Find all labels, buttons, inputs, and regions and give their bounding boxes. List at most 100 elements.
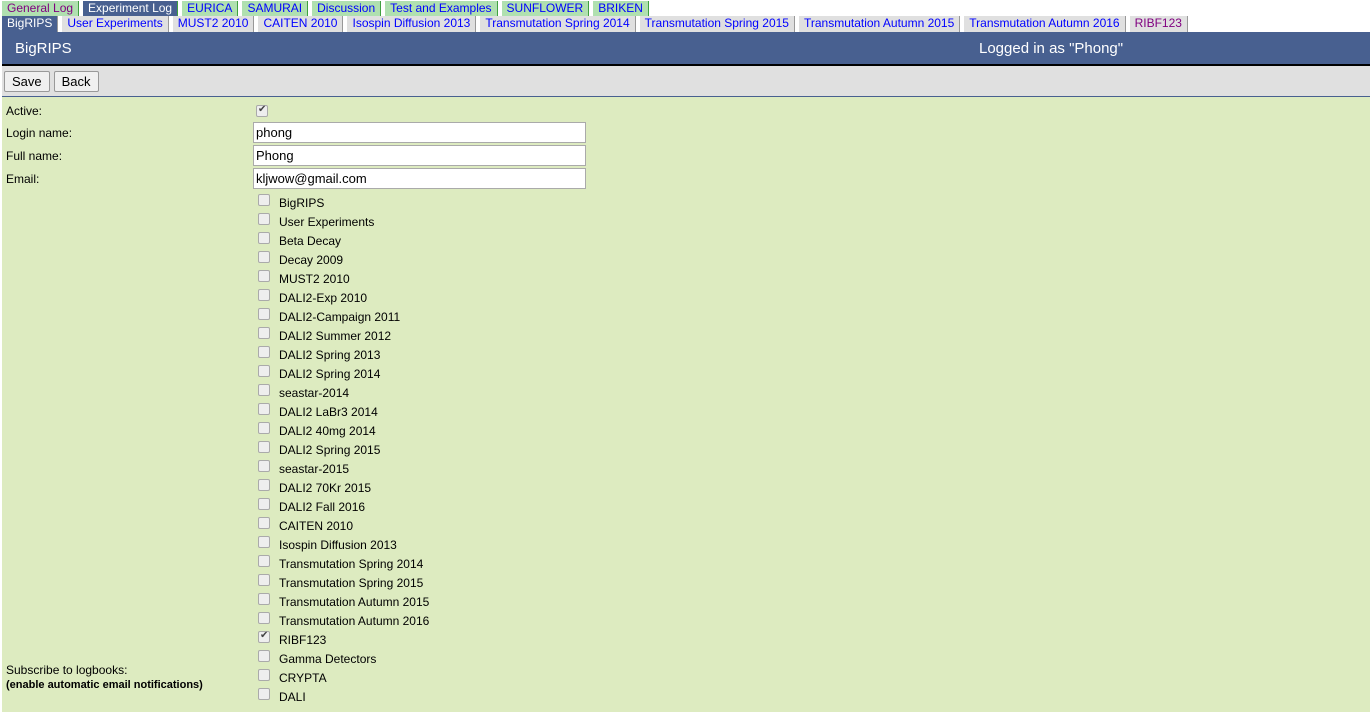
tab-caiten-2010[interactable]: CAITEN 2010 [258, 16, 344, 32]
logbook-label: seastar-2014 [279, 385, 350, 400]
tab-transmutation-autumn-2015[interactable]: Transmutation Autumn 2015 [798, 16, 961, 32]
logbook-checkbox[interactable] [258, 421, 270, 434]
logbook-checkbox[interactable] [258, 212, 270, 225]
logbook-checkbox[interactable] [258, 231, 270, 244]
active-label: Active: [6, 104, 43, 118]
logbook-checkbox[interactable] [258, 592, 270, 605]
logbook-option: CRYPTA [255, 668, 429, 687]
logbook-checkbox[interactable] [258, 630, 270, 643]
tab-ribf123[interactable]: RIBF123 [1129, 16, 1188, 32]
logbook-checkbox[interactable] [258, 307, 270, 320]
logbook-option: DALI2 Spring 2014 [255, 364, 429, 383]
tab-general-log[interactable]: General Log [2, 1, 80, 16]
logbook-group-tabs: General Log Experiment Log EURICA SAMURAI Di… [0, 1, 1370, 16]
logbook-checkbox[interactable] [258, 402, 270, 415]
logbook-checkbox[interactable] [258, 364, 270, 377]
logbook-label: BigRIPS [279, 195, 325, 210]
logbook-checkbox[interactable] [258, 535, 270, 548]
logbook-checkbox[interactable] [258, 573, 270, 586]
logbook-label: DALI [279, 689, 306, 704]
tab-samurai[interactable]: SAMURAI [242, 1, 309, 16]
tab-transmutation-autumn-2016[interactable]: Transmutation Autumn 2016 [964, 16, 1126, 32]
logbook-option: seastar-2014 [255, 383, 429, 402]
logged-in-status: Logged in as "Phong" [979, 39, 1124, 57]
logbook-option: CAITEN 2010 [255, 516, 429, 535]
logbook-checkbox[interactable] [258, 649, 270, 662]
toolbar: Save Back [2, 66, 1370, 97]
full-name-input[interactable] [253, 145, 586, 166]
logbook-option: Decay 2009 [255, 250, 429, 269]
logbook-option: seastar-2015 [255, 459, 429, 478]
logbook-label: CRYPTA [279, 670, 327, 685]
logbook-option: DALI2 LaBr3 2014 [255, 402, 429, 421]
logbook-checkbox[interactable] [258, 611, 270, 624]
logbook-label: DALI2 Fall 2016 [279, 499, 366, 514]
logbook-label: User Experiments [279, 214, 375, 229]
tab-transmutation-spring-2014[interactable]: Transmutation Spring 2014 [480, 16, 636, 32]
logbook-option: Transmutation Spring 2015 [255, 573, 429, 592]
logbook-checkbox[interactable] [258, 269, 270, 282]
tab-transmutation-spring-2015[interactable]: Transmutation Spring 2015 [639, 16, 795, 32]
logbook-option: Transmutation Autumn 2015 [255, 592, 429, 611]
login-name-label: Login name: [6, 125, 73, 140]
tab-briken[interactable]: BRIKEN [593, 1, 649, 16]
tab-must2-2010[interactable]: MUST2 2010 [172, 16, 255, 32]
logbook-option: Isospin Diffusion 2013 [255, 535, 429, 554]
active-checkbox[interactable] [256, 104, 268, 117]
logbook-label: Transmutation Spring 2015 [279, 575, 424, 590]
logbook-label: Gamma Detectors [279, 651, 377, 666]
back-button[interactable]: Back [53, 70, 99, 92]
logbook-title: BigRIPS [15, 39, 72, 57]
tab-test-and-examples[interactable]: Test and Examples [385, 1, 498, 16]
logbook-checkbox[interactable] [258, 554, 270, 567]
user-config-form: Active: Login name: Full name: Email: Su… [2, 97, 1370, 712]
logbook-label: DALI2 40mg 2014 [279, 423, 376, 438]
logbook-option: DALI2-Exp 2010 [255, 288, 429, 307]
subscribe-label: Subscribe to logbooks: (enable automatic… [6, 663, 203, 692]
logbook-checkbox[interactable] [258, 459, 270, 472]
logbook-label: DALI2 Spring 2013 [279, 347, 381, 362]
logbook-checkbox[interactable] [258, 440, 270, 453]
logbook-checkbox[interactable] [258, 345, 270, 358]
tab-sunflower[interactable]: SUNFLOWER [501, 1, 590, 16]
logbook-checkbox[interactable] [258, 497, 270, 510]
full-name-label: Full name: [6, 148, 63, 163]
tab-discussion[interactable]: Discussion [312, 1, 382, 16]
logbook-label: DALI2 LaBr3 2014 [279, 404, 378, 419]
logbook-option: BigRIPS [255, 193, 429, 212]
email-input[interactable] [253, 168, 586, 189]
logbook-label: RIBF123 [279, 632, 327, 647]
logbook-checkbox[interactable] [258, 687, 270, 700]
logbook-option: DALI2 40mg 2014 [255, 421, 429, 440]
tab-bigrips[interactable]: BigRIPS [2, 16, 59, 32]
save-button[interactable]: Save [4, 70, 50, 92]
logbook-checkbox[interactable] [258, 326, 270, 339]
email-label: Email: [6, 171, 40, 186]
logbook-option: DALI2 Summer 2012 [255, 326, 429, 345]
logbook-option: RIBF123 [255, 630, 429, 649]
logbook-label: Beta Decay [279, 233, 342, 248]
logbook-option: Beta Decay [255, 231, 429, 250]
page-header: BigRIPS Logged in as "Phong" [2, 32, 1370, 66]
logbook-checkbox[interactable] [258, 288, 270, 301]
logbook-checkbox[interactable] [258, 478, 270, 491]
logbook-label: DALI2 Spring 2014 [279, 366, 381, 381]
logbook-checkbox[interactable] [258, 383, 270, 396]
logbook-label: DALI2 70Kr 2015 [279, 480, 372, 495]
login-name-input[interactable] [253, 122, 586, 143]
logbook-checkbox[interactable] [258, 516, 270, 529]
tab-eurica[interactable]: EURICA [182, 1, 239, 16]
subscribe-label-text: Subscribe to logbooks: [6, 663, 128, 677]
tab-user-experiments[interactable]: User Experiments [62, 16, 169, 32]
logbook-label: CAITEN 2010 [279, 518, 354, 533]
tab-isospin-diffusion-2013[interactable]: Isospin Diffusion 2013 [347, 16, 477, 32]
logbook-option: Transmutation Spring 2014 [255, 554, 429, 573]
logbook-checkbox[interactable] [258, 193, 270, 206]
logbook-checkbox[interactable] [258, 250, 270, 263]
logbook-label: MUST2 2010 [279, 271, 350, 286]
logbook-checkbox[interactable] [258, 668, 270, 681]
logbook-label: DALI2 Summer 2012 [279, 328, 392, 343]
logbook-option: DALI2-Campaign 2011 [255, 307, 429, 326]
tab-experiment-log[interactable]: Experiment Log [83, 1, 179, 16]
logbook-label: DALI2 Spring 2015 [279, 442, 381, 457]
